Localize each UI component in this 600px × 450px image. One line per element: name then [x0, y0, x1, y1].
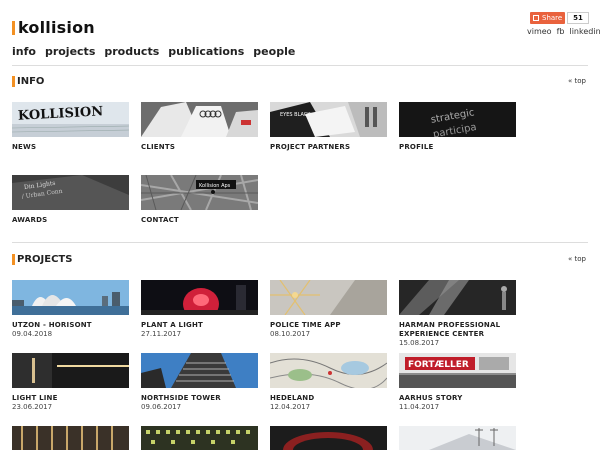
clients-image: [141, 102, 258, 137]
tile-label-clients[interactable]: CLIENTS: [141, 143, 175, 151]
tile-date: 15.08.2017: [399, 339, 440, 347]
tile-aarhus-story[interactable]: FORTÆLLER: [399, 353, 516, 388]
plant-a-light-image: [141, 280, 258, 315]
tile-label-news[interactable]: NEWS: [12, 143, 36, 151]
tile-hedeland[interactable]: [270, 353, 387, 388]
nav-item-publications[interactable]: publications: [168, 45, 244, 58]
awards-image: Din Lights / Urban Conn: [12, 175, 129, 210]
project-10-image: [141, 426, 258, 450]
tile-project-11[interactable]: [270, 426, 387, 450]
tile-plant-a-light[interactable]: [141, 280, 258, 315]
share-label: Share: [542, 14, 563, 22]
tile-label-northside-tower[interactable]: NORTHSIDE TOWER: [141, 394, 221, 402]
tile-label-contact[interactable]: CONTACT: [141, 216, 179, 224]
main-nav: info projects products publications peop…: [12, 45, 295, 58]
share-count: 51: [567, 12, 589, 24]
tile-news[interactable]: KOLLISION: [12, 102, 129, 137]
news-image: KOLLISION: [12, 102, 129, 137]
share-icon: [533, 15, 539, 21]
tile-label-awards[interactable]: AWARDS: [12, 216, 47, 224]
aarhus-story-image: FORTÆLLER: [399, 353, 516, 388]
tile-label-hedeland[interactable]: HEDELAND: [270, 394, 314, 402]
projects-title-text: PROJECTS: [17, 253, 73, 265]
tile-project-10[interactable]: [141, 426, 258, 450]
tile-label-utzon-horisont[interactable]: UTZON - HORISONT: [12, 321, 92, 329]
tile-date: 12.04.2017: [270, 403, 311, 411]
aarhus-image-text: FORTÆLLER: [408, 360, 469, 370]
utzon-image: [12, 280, 129, 315]
project-12-image: [399, 426, 516, 450]
logo[interactable]: kollision: [12, 20, 95, 36]
logo-text: kollision: [18, 18, 95, 37]
partners-image-text: EYES BLACK: [280, 112, 311, 118]
tile-profile[interactable]: strategic participa: [399, 102, 516, 137]
project-11-image: [270, 426, 387, 450]
social-links: vimeo fb linkedin: [527, 27, 600, 36]
section-accent-bar: [12, 253, 15, 265]
projects-section-title: PROJECTS: [12, 253, 72, 265]
tile-harman[interactable]: [399, 280, 516, 315]
logo-accent-bar: [12, 21, 15, 35]
social-link-fb[interactable]: fb: [557, 27, 565, 36]
project-partners-image: EYES BLACK: [270, 102, 387, 137]
tile-utzon-horisont[interactable]: [12, 280, 129, 315]
social-link-vimeo[interactable]: vimeo: [527, 27, 552, 36]
tile-clients[interactable]: [141, 102, 258, 137]
project-9-image: [12, 426, 129, 450]
tile-label-harman-line2[interactable]: EXPERIENCE CENTER: [399, 330, 484, 338]
tile-date: 27.11.2017: [141, 330, 182, 338]
info-top-link[interactable]: « top: [568, 77, 586, 85]
tile-label-plant-a-light[interactable]: PLANT A LIGHT: [141, 321, 203, 329]
tile-label-profile[interactable]: PROFILE: [399, 143, 434, 151]
tile-date: 11.04.2017: [399, 403, 440, 411]
nav-item-projects[interactable]: projects: [45, 45, 95, 58]
tile-label-harman[interactable]: HARMAN PROFESSIONAL: [399, 321, 500, 329]
section-accent-bar: [12, 75, 15, 87]
tile-label-aarhus-story[interactable]: AARHUS STORY: [399, 394, 463, 402]
tile-label-police-time-app[interactable]: POLICE TIME APP: [270, 321, 341, 329]
tile-project-partners[interactable]: EYES BLACK: [270, 102, 387, 137]
tile-label-light-line[interactable]: LIGHT LINE: [12, 394, 58, 402]
tile-date: 09.04.2018: [12, 330, 53, 338]
tile-awards[interactable]: Din Lights / Urban Conn: [12, 175, 129, 210]
tile-date: 09.06.2017: [141, 403, 182, 411]
tile-date: 08.10.2017: [270, 330, 311, 338]
police-time-app-image: [270, 280, 387, 315]
nav-item-products[interactable]: products: [104, 45, 159, 58]
tile-date: 23.06.2017: [12, 403, 53, 411]
tile-police-time-app[interactable]: [270, 280, 387, 315]
info-title-text: INFO: [17, 75, 45, 87]
share-button[interactable]: Share: [530, 12, 566, 24]
profile-image: strategic participa: [399, 102, 516, 137]
nav-item-people[interactable]: people: [253, 45, 295, 58]
contact-image: Kollision Aps: [141, 175, 258, 210]
harman-image: [399, 280, 516, 315]
northside-tower-image: [141, 353, 258, 388]
tile-label-project-partners[interactable]: PROJECT PARTNERS: [270, 143, 350, 151]
divider: [12, 242, 588, 243]
tile-northside-tower[interactable]: [141, 353, 258, 388]
light-line-image: [12, 353, 129, 388]
hedeland-image: [270, 353, 387, 388]
info-section-title: INFO: [12, 75, 44, 87]
projects-top-link[interactable]: « top: [568, 255, 586, 263]
nav-item-info[interactable]: info: [12, 45, 36, 58]
tile-contact[interactable]: Kollision Aps: [141, 175, 258, 210]
tile-project-9[interactable]: [12, 426, 129, 450]
contact-image-text: Kollision Aps: [199, 183, 231, 189]
social-link-linkedin[interactable]: linkedin: [569, 27, 600, 36]
divider: [12, 65, 588, 66]
tile-light-line[interactable]: [12, 353, 129, 388]
tile-project-12[interactable]: [399, 426, 516, 450]
